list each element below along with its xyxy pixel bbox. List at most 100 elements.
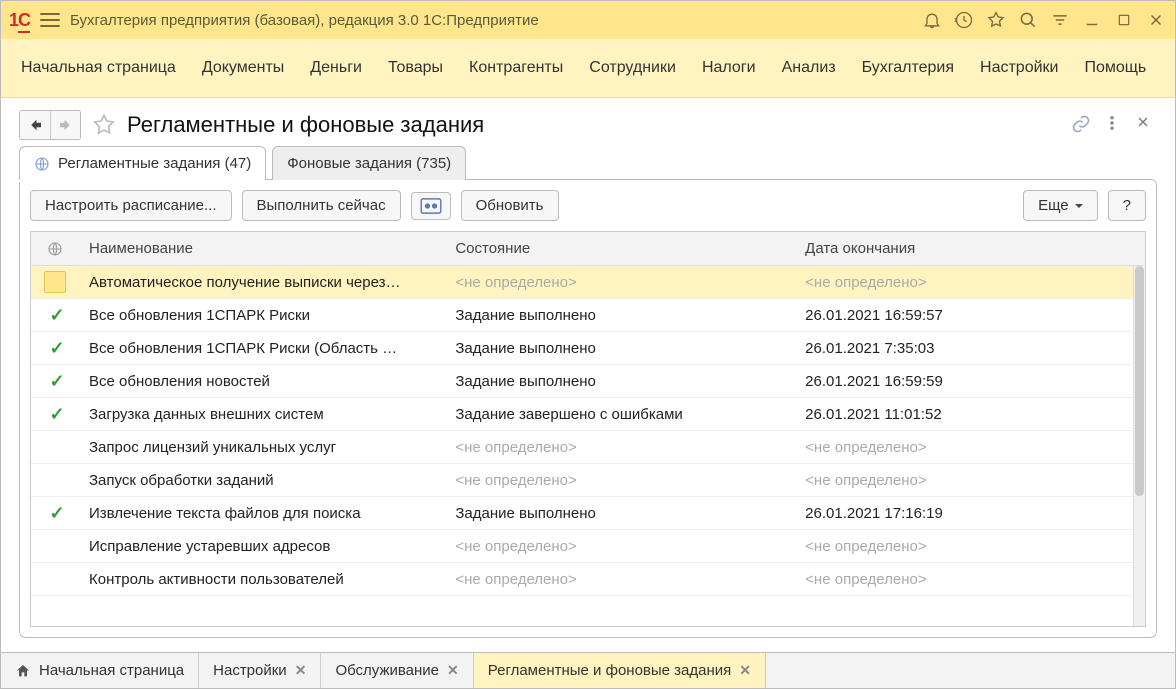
menu-item-home[interactable]: Начальная страница [21, 59, 176, 77]
row-state: <не определено> [445, 530, 795, 563]
panel: Настроить расписание... Выполнить сейчас… [19, 179, 1157, 638]
row-name: Все обновления 1СПАРК Риски (Область … [79, 332, 445, 365]
col-status-icon[interactable] [31, 232, 79, 265]
row-state: <не определено> [445, 464, 795, 497]
run-now-button[interactable]: Выполнить сейчас [242, 190, 401, 221]
close-tab-icon[interactable]: ✕ [295, 662, 307, 679]
link-icon[interactable] [1071, 114, 1093, 136]
row-name: Запуск обработки заданий [79, 464, 445, 497]
row-status-icon: ✓ [31, 397, 79, 431]
help-button[interactable]: ? [1108, 190, 1146, 221]
star-icon[interactable] [985, 9, 1007, 31]
close-tab-icon[interactable]: ✕ [447, 662, 459, 679]
row-name: Извлечение текста файлов для поиска [79, 497, 445, 530]
table-row[interactable]: ✓Извлечение текста файлов для поискаЗада… [31, 497, 1145, 530]
table-row[interactable]: ✓Загрузка данных внешних системЗадание з… [31, 398, 1145, 431]
menu-item-goods[interactable]: Товары [388, 59, 443, 77]
table-row[interactable]: Контроль активности пользователей<не опр… [31, 563, 1145, 596]
bottom-tab-label: Начальная страница [39, 662, 184, 679]
more-button[interactable]: Еще [1023, 190, 1098, 221]
row-end-date: 26.01.2021 16:59:57 [795, 299, 1145, 332]
close-page-icon[interactable] [1135, 114, 1157, 136]
row-name: Загрузка данных внешних систем [79, 398, 445, 431]
col-name[interactable]: Наименование [79, 232, 445, 265]
col-state[interactable]: Состояние [445, 232, 795, 265]
bottom-tab[interactable]: Регламентные и фоновые задания✕ [474, 653, 766, 688]
row-name: Все обновления 1СПАРК Риски [79, 299, 445, 332]
bell-icon[interactable] [921, 9, 943, 31]
content-area: Регламентные задания (47) Фоновые задани… [1, 146, 1175, 652]
row-end-date: <не определено> [795, 563, 1145, 596]
app-title: Бухгалтерия предприятия (базовая), редак… [70, 12, 539, 29]
col-end-date[interactable]: Дата окончания [795, 232, 1145, 265]
row-status-icon [31, 538, 79, 554]
table-row[interactable]: Запрос лицензий уникальных услуг<не опре… [31, 431, 1145, 464]
scrollbar-thumb[interactable] [1135, 266, 1144, 496]
bottom-tabs: Начальная страницаНастройки✕Обслуживание… [1, 652, 1175, 688]
page-title: Регламентные и фоновые задания [127, 112, 484, 138]
table-row[interactable]: Запуск обработки заданий<не определено><… [31, 464, 1145, 497]
row-status-icon: ✓ [31, 496, 79, 530]
bottom-tab[interactable]: Начальная страница [1, 653, 199, 688]
table-row[interactable]: Исправление устаревших адресов<не опреде… [31, 530, 1145, 563]
minimize-icon[interactable] [1081, 9, 1103, 31]
bottom-tab[interactable]: Настройки ✕ [199, 653, 321, 688]
menu-item-accounting[interactable]: Бухгалтерия [862, 59, 954, 77]
tabs: Регламентные задания (47) Фоновые задани… [19, 146, 1157, 180]
menu-item-documents[interactable]: Документы [202, 59, 284, 77]
row-status-icon [31, 472, 79, 488]
row-status-icon: ✓ [31, 331, 79, 365]
kebab-icon[interactable] [1103, 114, 1125, 136]
menu-item-settings[interactable]: Настройки [980, 59, 1058, 77]
toolbar: Настроить расписание... Выполнить сейчас… [30, 190, 1146, 221]
search-icon[interactable] [1017, 9, 1039, 31]
row-state: Задание выполнено [445, 365, 795, 398]
logo-1c: 1C [9, 10, 30, 31]
nav-forward-button[interactable] [50, 111, 80, 139]
row-status-icon: ✓ [31, 298, 79, 332]
bottom-tab[interactable]: Обслуживание ✕ [321, 653, 473, 688]
row-state: Задание выполнено [445, 497, 795, 530]
maximize-icon[interactable] [1113, 9, 1135, 31]
bottom-tab-label: Обслуживание [335, 662, 439, 679]
table-row[interactable]: ✓Все обновления 1СПАРК Риски (Область …З… [31, 332, 1145, 365]
menu-item-employees[interactable]: Сотрудники [589, 59, 676, 77]
row-status-icon [31, 439, 79, 455]
close-tab-icon[interactable]: ✕ [739, 662, 751, 679]
table-row[interactable]: ✓Все обновления 1СПАРК РискиЗадание выпо… [31, 299, 1145, 332]
row-state: <не определено> [445, 563, 795, 596]
menu-item-analysis[interactable]: Анализ [782, 59, 836, 77]
row-end-date: 26.01.2021 7:35:03 [795, 332, 1145, 365]
scrollbar[interactable] [1133, 266, 1145, 626]
nav-back-button[interactable] [20, 111, 50, 139]
table-row[interactable]: Автоматическое получение выписки через…<… [31, 266, 1145, 299]
bottom-tab-label: Настройки [213, 662, 287, 679]
menu-item-counterparties[interactable]: Контрагенты [469, 59, 563, 77]
row-status-icon: ✓ [31, 364, 79, 398]
row-state: <не определено> [445, 431, 795, 464]
table-body: Автоматическое получение выписки через…<… [31, 266, 1145, 626]
menu-item-taxes[interactable]: Налоги [702, 59, 756, 77]
home-icon [15, 663, 31, 679]
menu-item-money[interactable]: Деньги [310, 59, 362, 77]
tab-background-label: Фоновые задания (735) [287, 155, 451, 172]
menu-item-help[interactable]: Помощь [1084, 59, 1146, 77]
table-header: Наименование Состояние Дата окончания [31, 232, 1145, 266]
main-menu: Начальная страница Документы Деньги Това… [1, 39, 1175, 98]
menu-hamburger-icon[interactable] [40, 13, 60, 27]
refresh-button[interactable]: Обновить [461, 190, 559, 221]
row-end-date: <не определено> [795, 266, 1145, 299]
history-icon[interactable] [953, 9, 975, 31]
table-row[interactable]: ✓Все обновления новостейЗадание выполнен… [31, 365, 1145, 398]
row-end-date: <не определено> [795, 431, 1145, 464]
tab-background[interactable]: Фоновые задания (735) [272, 146, 466, 180]
row-name: Запрос лицензий уникальных услуг [79, 431, 445, 464]
toggle-view-button[interactable] [411, 192, 451, 220]
favorite-star-icon[interactable] [91, 112, 117, 138]
filter-icon[interactable] [1049, 9, 1071, 31]
tab-scheduled[interactable]: Регламентные задания (47) [19, 146, 266, 180]
row-name: Все обновления новостей [79, 365, 445, 398]
row-state: Задание завершено с ошибками [445, 398, 795, 431]
close-window-icon[interactable] [1145, 9, 1167, 31]
schedule-button[interactable]: Настроить расписание... [30, 190, 232, 221]
